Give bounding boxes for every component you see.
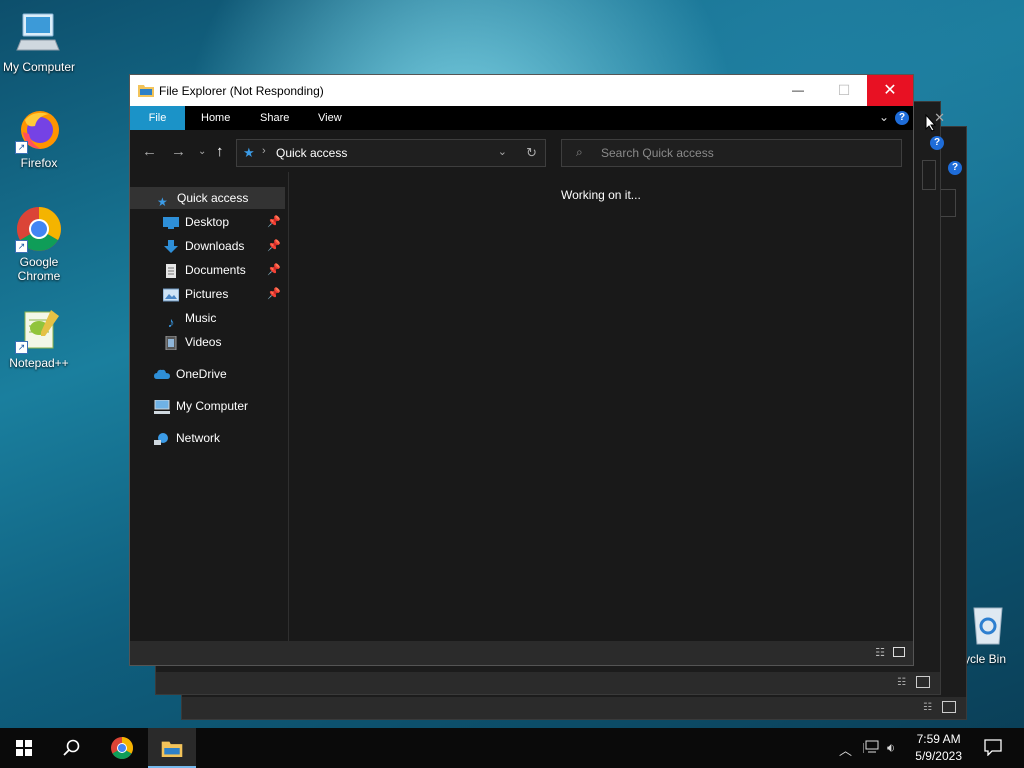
pin-icon[interactable]: 📌	[267, 235, 281, 257]
shortcut-arrow-icon: ↗	[15, 341, 28, 354]
minimize-button[interactable]: —	[775, 75, 821, 106]
recent-locations-icon[interactable]: ⌄	[198, 146, 206, 157]
close-button[interactable]: ✕	[867, 75, 913, 106]
expand-ribbon-icon[interactable]: ⌄	[879, 110, 889, 124]
address-dropdown-icon[interactable]: ⌄	[498, 145, 507, 158]
taskbar: ︿ 🔉︎ 7:59 AM 5/9/2023	[0, 728, 1024, 768]
desktop-icon-label: Google Chrome	[17, 255, 61, 283]
desktop-folder-icon	[163, 215, 179, 229]
pin-icon[interactable]: 📌	[267, 283, 281, 305]
status-bar: ☷	[130, 641, 913, 665]
sidebar-item-desktop[interactable]: Desktop 📌	[163, 211, 285, 233]
desktop-icon-label: Notepad++	[9, 356, 69, 370]
sidebar-item-videos[interactable]: Videos	[163, 331, 285, 353]
monitor-icon	[15, 10, 63, 58]
shortcut-arrow-icon: ↗	[15, 240, 28, 253]
sidebar-item-music[interactable]: ♪ Music	[163, 307, 285, 330]
loading-message: Working on it...	[561, 188, 641, 202]
desktop-icon-chrome[interactable]: ↗ Google Chrome	[1, 205, 77, 283]
search-placeholder: Search Quick access	[601, 146, 714, 160]
mouse-cursor-icon	[925, 114, 937, 132]
desktop-icon-label: My Computer	[2, 60, 76, 74]
clock-date: 5/9/2023	[915, 749, 962, 763]
ribbon-tabs: File Home Share View ⌄ ?	[130, 106, 913, 130]
cloud-icon	[154, 367, 170, 381]
navigation-pane: ★ Quick access Desktop 📌 Downloads 📌 Docu…	[130, 172, 288, 641]
refresh-icon[interactable]: ↻	[526, 145, 537, 161]
explorer-body: ★ Quick access Desktop 📌 Downloads 📌 Docu…	[130, 172, 913, 641]
up-arrow-icon[interactable]: ↑	[216, 143, 224, 160]
forward-arrow-icon[interactable]: →	[171, 143, 186, 160]
windows-logo-icon	[16, 740, 32, 756]
sidebar-item-quick-access[interactable]: ★ Quick access	[130, 187, 285, 209]
film-icon	[163, 335, 179, 351]
maximize-button[interactable]: ☐	[821, 75, 867, 106]
system-clock[interactable]: 7:59 AM 5/9/2023	[915, 731, 962, 765]
notepadpp-icon: ↗	[15, 306, 63, 354]
tab-share[interactable]: Share	[248, 106, 301, 130]
file-explorer-window: File Explorer (Not Responding) — ☐ ✕ Fil…	[129, 74, 914, 666]
picture-icon	[162, 287, 180, 302]
search-icon	[63, 739, 80, 756]
network-status-icon[interactable]	[862, 740, 879, 757]
pin-icon[interactable]: 📌	[267, 211, 281, 233]
search-icon: ⌕	[576, 145, 583, 159]
taskbar-file-explorer[interactable]	[148, 728, 196, 768]
sidebar-item-onedrive[interactable]: OneDrive	[154, 363, 285, 385]
help-icon[interactable]: ?	[895, 111, 909, 125]
desktop-icon-firefox[interactable]: ↗ Firefox	[1, 106, 77, 170]
ghost-status-bar: ☷	[156, 672, 940, 694]
desktop-icon-my-computer[interactable]: My Computer	[1, 10, 77, 74]
large-icons-view-icon[interactable]	[893, 647, 905, 657]
volume-icon[interactable]: 🔉︎	[887, 740, 895, 756]
firefox-icon: ↗	[15, 106, 63, 154]
navigation-bar: ← → ⌄ ↑ ★ › Quick access ⌄ ↻ ⌕ Search Qu…	[130, 130, 913, 172]
search-box[interactable]: ⌕ Search Quick access	[561, 139, 902, 167]
help-icon: ?	[948, 161, 962, 175]
content-area[interactable]: Working on it...	[289, 172, 913, 641]
breadcrumb-separator-icon: ›	[262, 145, 266, 157]
sidebar-item-downloads[interactable]: Downloads 📌	[163, 235, 285, 257]
title-bar[interactable]: File Explorer (Not Responding) — ☐ ✕	[130, 75, 913, 106]
sidebar-item-documents[interactable]: Documents 📌	[163, 259, 285, 281]
music-note-icon: ♪	[167, 313, 175, 330]
star-icon: ★	[157, 194, 168, 209]
back-arrow-icon[interactable]: ←	[142, 143, 157, 160]
desktop-icon-notepadpp[interactable]: ↗ Notepad++	[1, 306, 77, 370]
address-location[interactable]: Quick access	[276, 146, 347, 160]
tab-file[interactable]: File	[130, 106, 185, 130]
sidebar-item-network[interactable]: Network	[154, 427, 285, 449]
recycle-bin-icon	[964, 602, 1012, 650]
sidebar-item-pictures[interactable]: Pictures 📌	[162, 283, 285, 305]
network-icon	[154, 431, 170, 445]
address-bar[interactable]: ★ › Quick access ⌄ ↻	[236, 139, 546, 167]
computer-icon	[154, 399, 170, 414]
start-button[interactable]	[0, 728, 48, 768]
shortcut-arrow-icon: ↗	[15, 141, 28, 154]
notifications-icon[interactable]	[984, 738, 1002, 759]
clock-time: 7:59 AM	[916, 732, 961, 746]
folder-icon	[138, 83, 154, 97]
download-arrow-icon	[163, 239, 179, 253]
ghost-status-bar: ☷	[182, 697, 966, 719]
chrome-icon: ↗	[15, 205, 63, 253]
tab-home[interactable]: Home	[189, 106, 242, 130]
pin-icon[interactable]: 📌	[267, 259, 281, 281]
tab-view[interactable]: View	[306, 106, 354, 130]
document-icon	[163, 263, 179, 278]
chrome-icon	[111, 737, 133, 759]
folder-icon	[161, 741, 183, 757]
search-button[interactable]	[48, 728, 96, 768]
quick-access-star-icon: ★	[243, 145, 255, 160]
details-view-icon[interactable]: ☷	[875, 646, 885, 659]
window-title: File Explorer (Not Responding)	[159, 84, 324, 98]
taskbar-chrome[interactable]	[98, 728, 146, 768]
help-icon: ?	[930, 136, 944, 150]
show-hidden-icons-icon[interactable]: ︿	[839, 740, 852, 759]
desktop-icon-label: Firefox	[20, 156, 58, 170]
sidebar-item-my-computer[interactable]: My Computer	[154, 395, 285, 417]
